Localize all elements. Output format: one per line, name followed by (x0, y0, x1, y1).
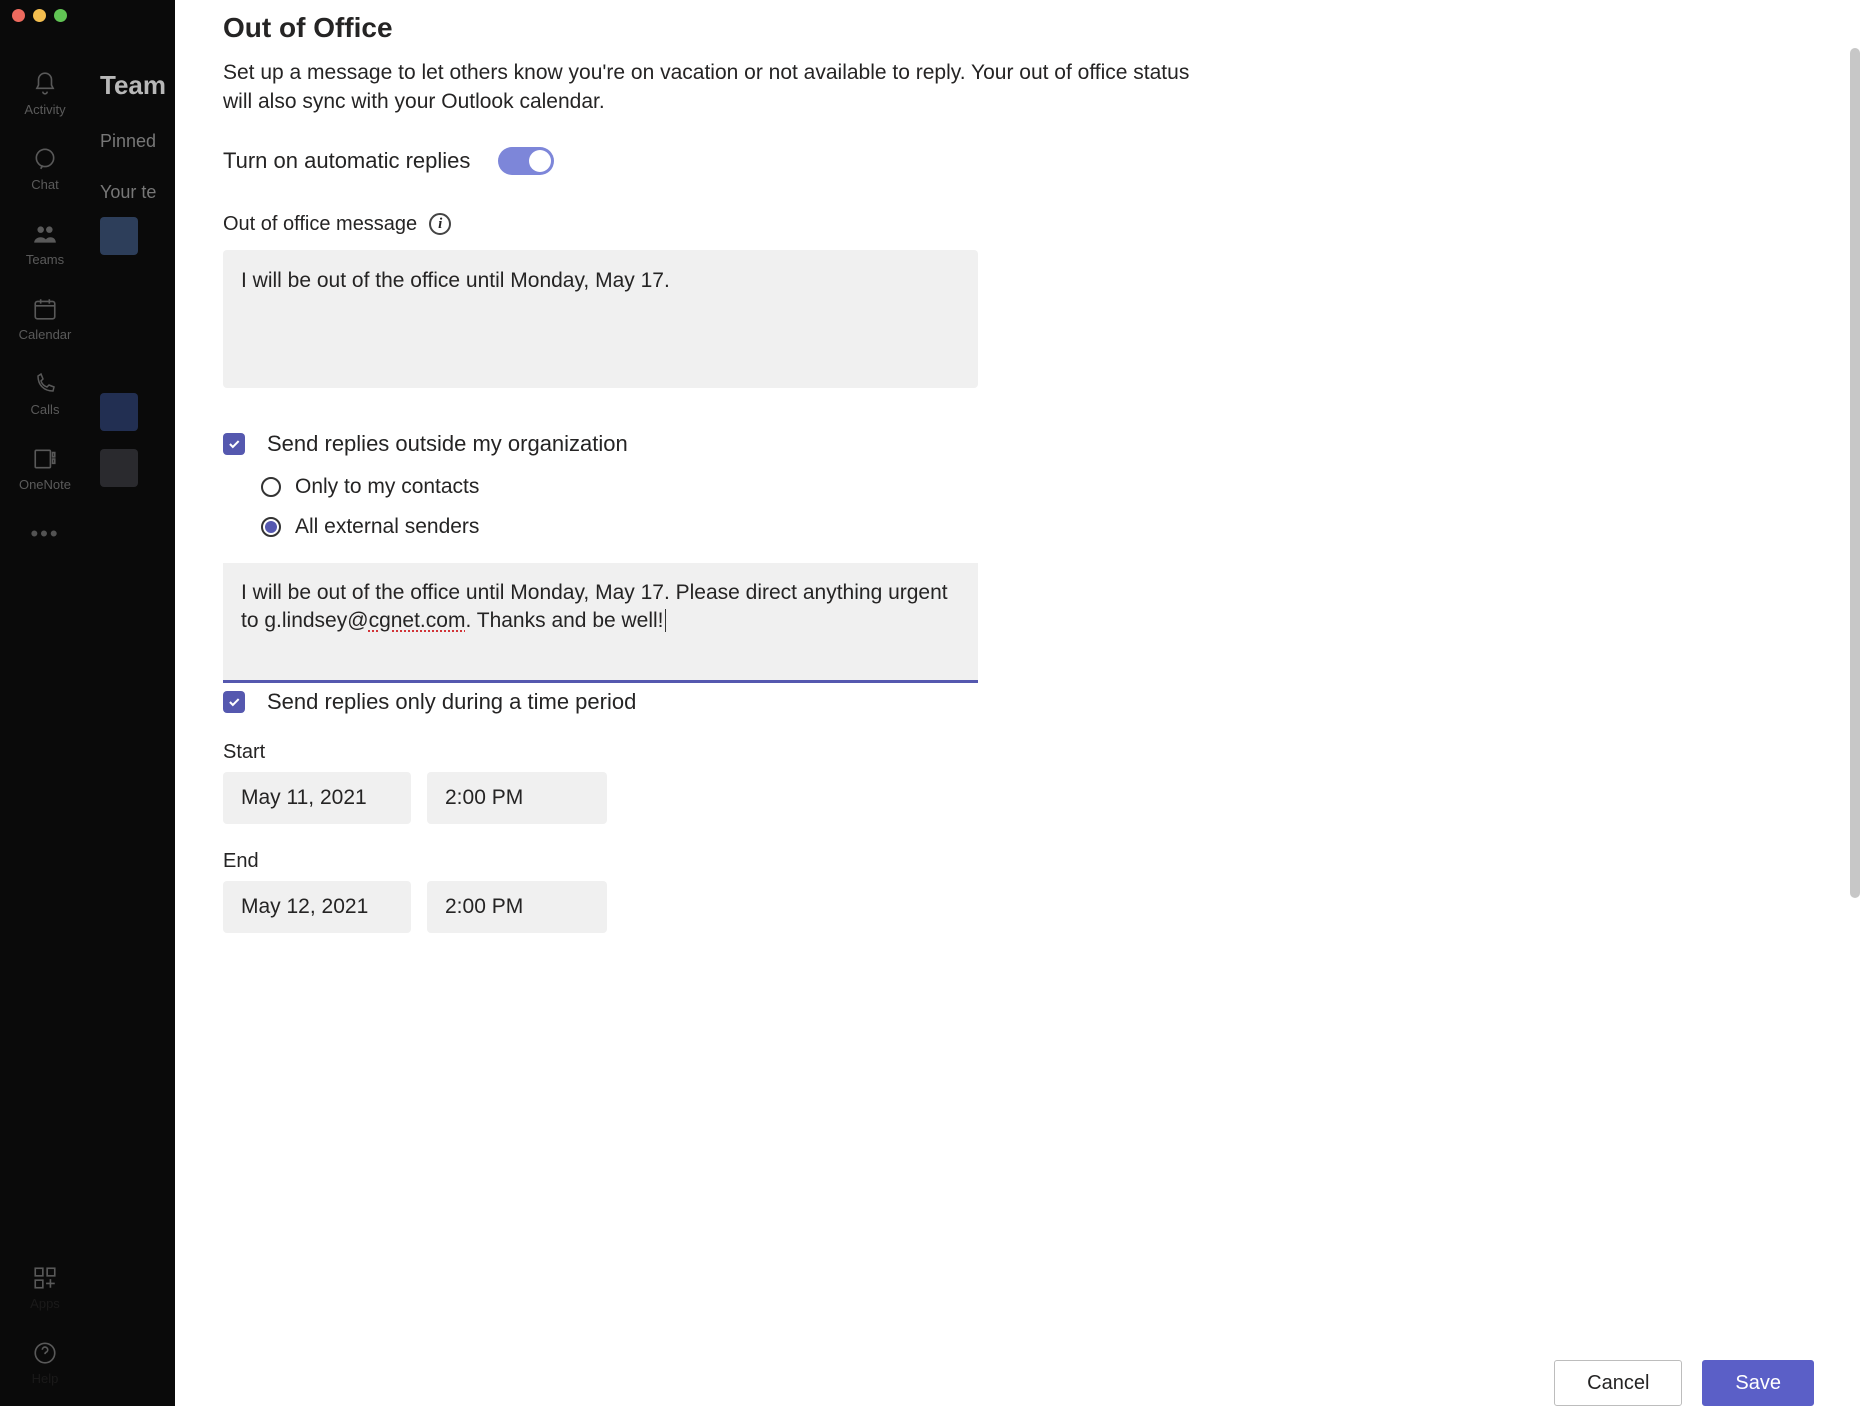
rail-apps[interactable]: Apps (30, 1264, 60, 1311)
rail-label: Apps (30, 1296, 60, 1311)
chat-icon (31, 145, 59, 173)
start-date-picker[interactable]: May 11, 2021 (223, 772, 411, 824)
external-message-input[interactable]: I will be out of the office until Monday… (223, 563, 978, 683)
message-label: Out of office message (223, 213, 417, 236)
maximize-window-icon[interactable] (54, 9, 67, 22)
rail-label: Chat (31, 177, 58, 192)
end-label: End (223, 850, 1233, 873)
info-icon[interactable]: i (429, 213, 451, 235)
scrollbar-thumb[interactable] (1850, 48, 1860, 898)
send-outside-label: Send replies outside my organization (267, 431, 628, 457)
apps-icon (31, 1264, 59, 1292)
dialog-description: Set up a message to let others know you'… (223, 58, 1213, 117)
rail-calls[interactable]: Calls (31, 370, 60, 417)
radio-only-contacts[interactable] (261, 477, 281, 497)
team-tile (100, 393, 138, 431)
window-controls (0, 0, 175, 30)
onenote-icon (31, 445, 59, 473)
rail-chat[interactable]: Chat (31, 145, 59, 192)
toggle-knob (529, 150, 551, 172)
rail-more[interactable]: ••• (31, 520, 59, 548)
bg-teams-list: Team Pinned Your te (100, 70, 166, 487)
rail-label: OneNote (19, 477, 71, 492)
calendar-icon (31, 295, 59, 323)
close-window-icon[interactable] (12, 9, 25, 22)
team-tile (100, 449, 138, 487)
radio-all-external[interactable] (261, 517, 281, 537)
radio-all-external-label: All external senders (295, 515, 479, 539)
rail-label: Activity (24, 102, 65, 117)
people-icon (31, 220, 59, 248)
minimize-window-icon[interactable] (33, 9, 46, 22)
rail-label: Teams (26, 252, 64, 267)
app-rail: Activity Chat Teams Calendar (0, 50, 90, 548)
help-icon (31, 1339, 59, 1367)
end-time-picker[interactable]: 2:00 PM (427, 881, 607, 933)
rail-calendar[interactable]: Calendar (19, 295, 72, 342)
rail-onenote[interactable]: OneNote (19, 445, 71, 492)
text-caret (664, 609, 666, 632)
time-period-checkbox[interactable] (223, 691, 245, 713)
bg-title: Team (100, 70, 166, 101)
save-button[interactable]: Save (1702, 1360, 1814, 1406)
start-time-picker[interactable]: 2:00 PM (427, 772, 607, 824)
background-app: Activity Chat Teams Calendar (0, 0, 175, 1406)
ext-msg-misspelled: cgnet.com (369, 609, 466, 632)
rail-label: Calls (31, 402, 60, 417)
bell-icon (31, 70, 59, 98)
rail-teams[interactable]: Teams (26, 220, 64, 267)
auto-replies-toggle[interactable] (498, 147, 554, 175)
auto-replies-label: Turn on automatic replies (223, 148, 470, 174)
rail-help[interactable]: Help (31, 1339, 59, 1386)
ext-msg-text: . Thanks and be well! (465, 609, 663, 632)
cancel-button[interactable]: Cancel (1554, 1360, 1682, 1406)
end-date-picker[interactable]: May 12, 2021 (223, 881, 411, 933)
rail-label: Help (32, 1371, 59, 1386)
phone-icon (31, 370, 59, 398)
send-outside-checkbox[interactable] (223, 433, 245, 455)
bg-yourteams-label: Your te (100, 182, 166, 203)
team-avatar (100, 217, 138, 255)
rail-label: Calendar (19, 327, 72, 342)
more-icon: ••• (31, 520, 59, 548)
time-period-label: Send replies only during a time period (267, 689, 636, 715)
start-label: Start (223, 741, 1233, 764)
radio-only-contacts-label: Only to my contacts (295, 475, 479, 499)
dialog-title: Out of Office (223, 12, 1233, 44)
rail-activity[interactable]: Activity (24, 70, 65, 117)
out-of-office-dialog: Out of Office Set up a message to let ot… (175, 0, 1866, 1406)
bg-pinned-label: Pinned (100, 131, 166, 152)
ooo-message-input[interactable] (223, 250, 978, 388)
